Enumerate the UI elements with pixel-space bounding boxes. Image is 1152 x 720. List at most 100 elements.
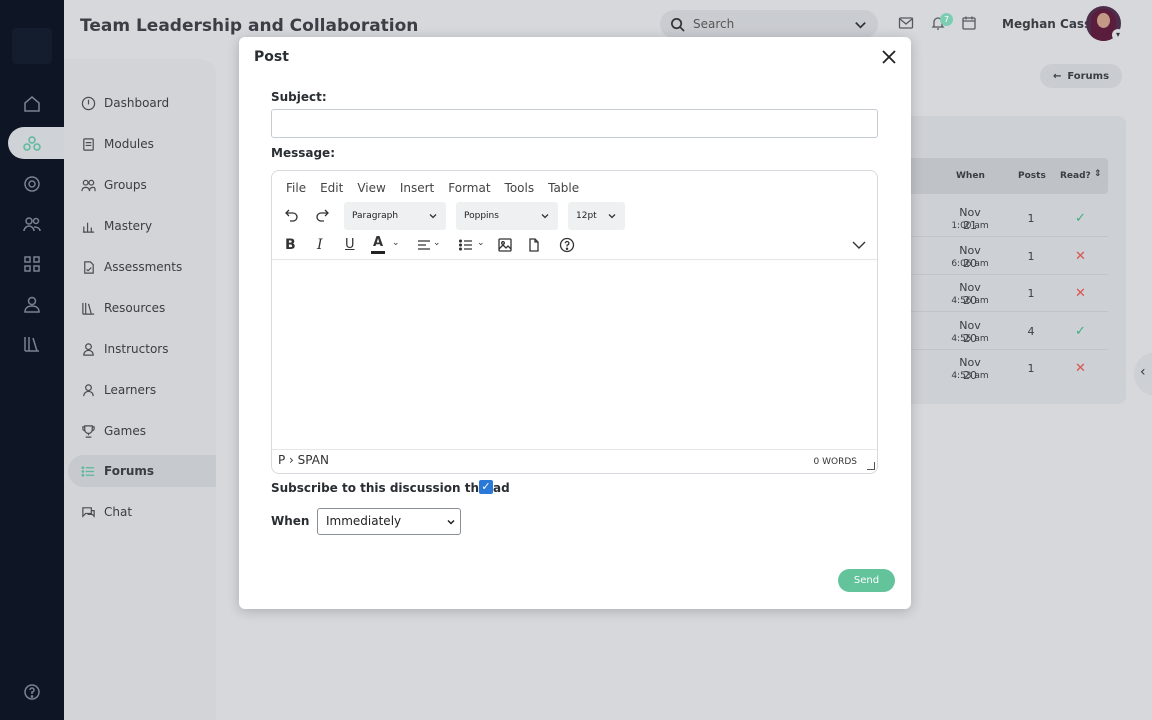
post-modal: Post Subject: Message: File Edit View In…	[239, 37, 911, 609]
assessments-icon	[80, 259, 96, 275]
app-root: Team Leadership and Collaboration Dashbo…	[0, 0, 1152, 720]
table-row[interactable]: Nov 20 4:53 am 1 ✕	[880, 350, 1108, 387]
modal-title: Post	[254, 49, 289, 65]
when-select[interactable]: Immediately	[317, 508, 461, 535]
user-icon[interactable]	[22, 294, 42, 314]
chevron-down-icon[interactable]: ⌄	[477, 238, 495, 256]
editor-menubar: File Edit View Insert Format Tools Table	[286, 181, 579, 195]
sidebar-item-label: Assessments	[104, 260, 183, 274]
chevron-down-icon[interactable]	[853, 17, 868, 32]
table-row[interactable]: Nov 21 1:00 am 1 ✓	[880, 200, 1108, 237]
table-row[interactable]: Nov 20 6:06 am 1 ✕	[880, 238, 1108, 275]
search-bar[interactable]: Search	[660, 10, 878, 38]
menu-view[interactable]: View	[357, 181, 385, 195]
unread-x-icon: ✕	[1075, 286, 1086, 301]
sidebar-item-label: Learners	[104, 383, 157, 397]
people-icon[interactable]	[22, 214, 42, 234]
undo-icon[interactable]	[284, 207, 302, 225]
user-name[interactable]: Meghan Cass	[1002, 17, 1091, 31]
arrow-left-icon: ←	[1052, 70, 1062, 82]
sidebar-item-learners[interactable]: Learners	[80, 374, 156, 406]
column-header-posts[interactable]: Posts	[1018, 171, 1046, 181]
chevron-down-icon[interactable]: ⌄	[433, 238, 451, 256]
close-icon[interactable]	[880, 48, 898, 66]
chevron-down-icon	[447, 519, 455, 525]
word-count[interactable]: 0 WORDS	[814, 457, 857, 467]
sidebar-nav: Dashboard Modules Groups Mastery Assessm…	[64, 59, 216, 720]
chevron-down-icon	[608, 214, 616, 219]
sidebar-item-label: Forums	[104, 464, 155, 478]
library-icon[interactable]	[22, 334, 42, 354]
subject-label: Subject:	[271, 90, 327, 104]
sidebar-item-games[interactable]: Games	[80, 415, 146, 447]
column-header-read[interactable]: Read?	[1060, 171, 1091, 181]
table-row[interactable]: Nov 20 4:55 am 4 ✓	[880, 313, 1108, 350]
avatar-chevron-icon[interactable]: ▾	[1112, 29, 1124, 41]
subject-input[interactable]	[271, 109, 878, 138]
menu-table[interactable]: Table	[548, 181, 579, 195]
help-icon[interactable]	[559, 237, 577, 255]
send-button[interactable]: Send	[838, 569, 895, 592]
dashboard-icon	[80, 95, 96, 111]
element-path[interactable]: P › SPAN	[278, 453, 329, 467]
sidebar-item-resources[interactable]: Resources	[80, 292, 165, 324]
games-icon	[80, 423, 96, 439]
sidebar-item-groups[interactable]: Groups	[80, 169, 147, 201]
sidebar-item-chat[interactable]: Chat	[80, 496, 132, 528]
subscribe-checkbox[interactable]: ✓	[479, 480, 493, 494]
file-icon[interactable]	[526, 237, 544, 255]
sidebar-item-assessments[interactable]: Assessments	[80, 251, 182, 283]
bullet-list-icon[interactable]	[458, 237, 476, 255]
help-icon[interactable]	[22, 682, 42, 702]
apps-icon[interactable]	[22, 254, 42, 274]
italic-icon[interactable]: I	[317, 237, 335, 255]
message-label: Message:	[271, 146, 335, 160]
search-input[interactable]: Search	[693, 17, 734, 31]
menu-edit[interactable]: Edit	[320, 181, 343, 195]
underline-icon[interactable]: U	[345, 237, 363, 255]
font-family-select[interactable]: Poppins	[456, 202, 558, 230]
sidebar-item-modules[interactable]: Modules	[80, 128, 154, 160]
learners-icon	[80, 382, 96, 398]
text-color-icon[interactable]: A	[371, 236, 385, 254]
target-icon[interactable]	[22, 174, 42, 194]
menu-tools[interactable]: Tools	[505, 181, 535, 195]
menu-insert[interactable]: Insert	[400, 181, 434, 195]
sidebar-item-mastery[interactable]: Mastery	[80, 210, 152, 242]
courses-icon[interactable]	[22, 134, 42, 154]
sidebar-item-label: Dashboard	[104, 96, 170, 110]
block-format-select[interactable]: Paragraph	[344, 202, 446, 230]
instructors-icon	[80, 341, 96, 357]
rich-text-editor: File Edit View Insert Format Tools Table…	[271, 170, 878, 474]
image-icon[interactable]	[497, 237, 515, 255]
resize-handle-icon[interactable]	[867, 462, 875, 470]
align-icon[interactable]	[416, 237, 434, 255]
unread-x-icon: ✕	[1075, 361, 1086, 376]
bold-icon[interactable]: B	[285, 237, 303, 255]
sidebar-item-label: Instructors	[104, 342, 169, 356]
sidebar-item-instructors[interactable]: Instructors	[80, 333, 168, 365]
sidebar-item-label: Groups	[104, 178, 147, 192]
redo-icon[interactable]	[314, 207, 332, 225]
menu-file[interactable]: File	[286, 181, 306, 195]
sort-icon[interactable]: ⇕	[1094, 169, 1102, 179]
table-row[interactable]: Nov 20 4:56 am 1 ✕	[880, 275, 1108, 312]
search-icon	[671, 17, 685, 32]
calendar-icon[interactable]	[961, 15, 979, 33]
notification-badge: 7	[940, 13, 953, 26]
when-label: When	[271, 514, 310, 528]
mastery-icon	[80, 218, 96, 234]
app-logo	[12, 28, 52, 64]
font-size-select[interactable]: 12pt	[568, 202, 625, 230]
sidebar-item-dashboard[interactable]: Dashboard	[80, 87, 169, 119]
more-toolbar-chevron-icon[interactable]	[851, 237, 869, 255]
sidebar-item-forums[interactable]: Forums	[68, 455, 216, 487]
forums-icon	[80, 463, 96, 479]
back-to-forums-button[interactable]: ← Forums	[1040, 64, 1122, 88]
menu-format[interactable]: Format	[448, 181, 490, 195]
mail-icon[interactable]	[898, 15, 916, 33]
chevron-down-icon[interactable]: ⌄	[392, 238, 410, 256]
home-icon[interactable]	[22, 94, 42, 114]
column-header-when[interactable]: When	[956, 171, 985, 181]
resources-icon	[80, 300, 96, 316]
